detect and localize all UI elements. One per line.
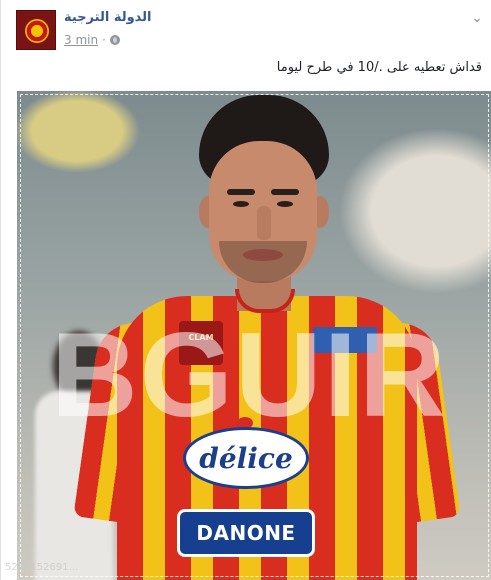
post-card: الدولة الترجية 3 min · ⌄ قداش تعطيه على … [0, 0, 491, 580]
page-name-link[interactable]: الدولة الترجية [64, 10, 152, 25]
photo-watermark: 5263152691... [5, 562, 79, 573]
post-text: قداش تعطيه على ./10 في طرح ليوما [276, 60, 482, 75]
team-crest-icon [25, 19, 49, 43]
meta-separator: · [102, 33, 106, 47]
post-timestamp[interactable]: 3 min [64, 33, 98, 47]
post-meta: 3 min · [64, 33, 120, 47]
chevron-down-icon[interactable]: ⌄ [469, 11, 485, 25]
photo-frame [20, 94, 489, 577]
post-photo[interactable]: CLAM délice DANONE BGUIR [17, 91, 491, 580]
page-avatar[interactable] [16, 10, 56, 50]
globe-icon[interactable] [109, 35, 120, 45]
